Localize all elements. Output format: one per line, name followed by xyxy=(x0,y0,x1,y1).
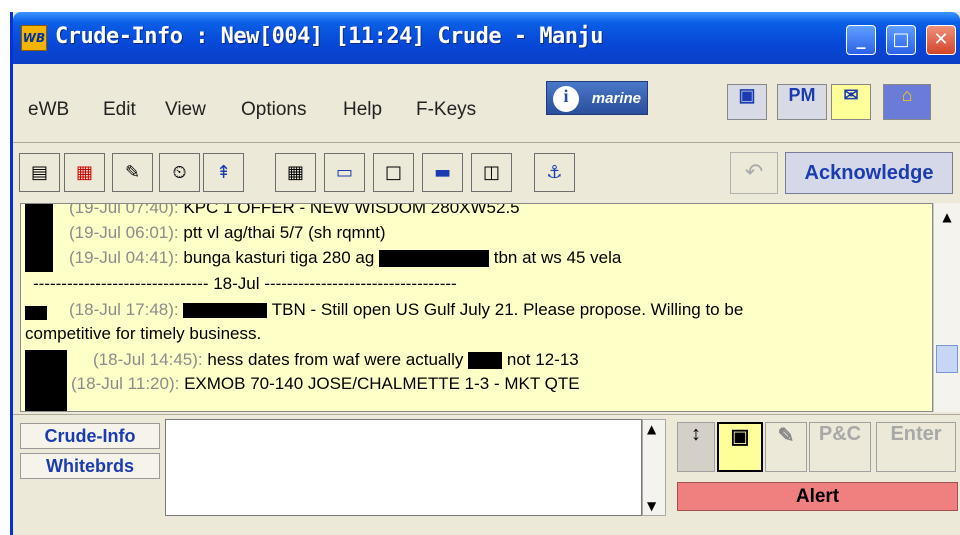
sms-icon[interactable]: ▣ xyxy=(717,422,763,472)
resize-icon[interactable]: ↕ xyxy=(677,422,715,472)
acknowledge-button[interactable]: Acknowledge xyxy=(785,152,953,194)
toolbar: ▤ ▦ ✎ ⏲ ⇞ ▦ ▭ □ ▬ ◫ ⚓ ↶ Acknowledge xyxy=(13,143,960,203)
sort-up-icon[interactable]: ⇞ xyxy=(203,153,244,192)
message-text: not 12-13 xyxy=(506,350,579,369)
message-scrollbar[interactable]: ▲ xyxy=(933,203,960,412)
scroll-up-icon[interactable]: ▲ xyxy=(937,207,957,227)
clock-history-icon[interactable]: ⏲ xyxy=(159,153,200,192)
message-line: (18-Jul 17:48): TBN - Still open US Gulf… xyxy=(69,300,743,320)
redacted-block xyxy=(25,204,53,272)
message-text: ptt vl ag/thai 5/7 (sh rqmnt) xyxy=(183,223,386,242)
date-separator: ------------------------------- 18-Jul -… xyxy=(33,274,457,293)
title-bar[interactable]: WB Crude-Info : New[004] [11:24] Crude -… xyxy=(13,12,960,64)
message-line: (19-Jul 04:41): bunga kasturi tiga 280 a… xyxy=(69,248,621,268)
edit-pencil-icon[interactable]: ✎ xyxy=(112,153,153,192)
window-title: Crude-Info : New[004] [11:24] Crude - Ma… xyxy=(55,24,604,49)
menu-fkeys[interactable]: F-Keys xyxy=(416,99,476,121)
scroll-thumb[interactable] xyxy=(936,345,958,373)
redacted-block xyxy=(25,350,67,411)
layout-grid-icon[interactable]: ▦ xyxy=(275,153,316,192)
scroll-up-icon[interactable]: ▲ xyxy=(647,422,656,436)
menu-help[interactable]: Help xyxy=(343,99,382,121)
message-text: tbn at ws 45 vela xyxy=(493,248,622,267)
logo-text: marine xyxy=(591,90,641,107)
message-timestamp: (18-Jul 17:48): xyxy=(69,300,179,319)
tab-whitebrds[interactable]: Whitebrds xyxy=(20,453,160,479)
message-timestamp: (18-Jul 11:20): xyxy=(71,374,180,393)
message-line: (18-Jul 14:45): hess dates from waf were… xyxy=(93,350,579,370)
home-icon[interactable]: ⌂ xyxy=(883,84,931,120)
layout-top-icon[interactable]: ▭ xyxy=(324,153,365,192)
color-grid-icon[interactable]: ▦ xyxy=(64,153,105,192)
sms-phone-icon[interactable]: ▣ xyxy=(727,84,767,120)
message-text: TBN - Still open US Gulf July 21. Please… xyxy=(271,300,744,319)
message-text: hess dates from waf were actually xyxy=(207,350,464,369)
message-text: EXMOB 70-140 JOSE/CHALMETTE 1-3 - MKT QT… xyxy=(184,374,580,393)
menu-view[interactable]: View xyxy=(165,99,206,121)
message-line: competitive for timely business. xyxy=(25,324,262,343)
message-line: (19-Jul 07:40): KPC 1 OFFER - NEW WISDOM… xyxy=(69,203,520,218)
chat-icon[interactable]: ✉ xyxy=(831,84,871,120)
enter-button[interactable]: Enter xyxy=(876,422,956,472)
menu-edit[interactable]: Edit xyxy=(103,99,136,121)
menu-ewb[interactable]: eWB xyxy=(28,99,69,121)
message-pane[interactable]: (19-Jul 07:40): KPC 1 OFFER - NEW WISDOM… xyxy=(20,203,933,412)
message-timestamp: (19-Jul 07:40): xyxy=(69,203,179,217)
document-icon[interactable]: ▤ xyxy=(19,153,60,192)
redacted-text xyxy=(468,352,503,370)
menu-bar: eWB Edit View Options Help F-Keys i mari… xyxy=(13,64,960,142)
minimize-button[interactable]: _ xyxy=(846,25,876,55)
layout-columns-icon[interactable]: ◫ xyxy=(471,153,512,192)
message-timestamp: (19-Jul 06:01): xyxy=(69,223,179,242)
attachment-icon[interactable]: ✎ xyxy=(765,422,807,472)
message-text: KPC 1 OFFER - NEW WISDOM 280XW52.5 xyxy=(183,203,520,217)
message-timestamp: (19-Jul 04:41): xyxy=(69,248,179,267)
logo-mark: i xyxy=(553,86,579,112)
maximize-button[interactable]: □ xyxy=(886,25,916,55)
undo-icon[interactable]: ↶ xyxy=(730,152,778,194)
tab-crude-info[interactable]: Crude-Info xyxy=(20,423,160,449)
menu-options[interactable]: Options xyxy=(241,99,306,121)
message-input[interactable] xyxy=(165,419,642,516)
message-text: bunga kasturi tiga 280 ag xyxy=(183,248,375,267)
redacted-text xyxy=(183,303,268,319)
redacted-block xyxy=(25,306,47,320)
alert-button[interactable]: Alert xyxy=(677,482,958,511)
app-window: WB Crude-Info : New[004] [11:24] Crude -… xyxy=(10,12,960,535)
message-line: (18-Jul 11:20): EXMOB 70-140 JOSE/CHALME… xyxy=(71,374,580,394)
message-timestamp: (18-Jul 14:45): xyxy=(93,350,203,369)
anchor-icon[interactable]: ⚓ xyxy=(534,153,575,192)
divider xyxy=(13,414,960,415)
app-logo-icon: WB xyxy=(21,25,47,51)
input-scrollbar[interactable]: ▲ ▼ xyxy=(642,419,666,516)
close-button[interactable]: ✕ xyxy=(926,25,956,55)
message-line: (19-Jul 06:01): ptt vl ag/thai 5/7 (sh r… xyxy=(69,223,386,243)
layout-single-icon[interactable]: □ xyxy=(373,153,414,192)
redacted-text xyxy=(379,250,490,268)
pm-button[interactable]: PM xyxy=(777,84,827,120)
imarine-logo: i marine xyxy=(546,81,648,115)
layout-bottom-icon[interactable]: ▬ xyxy=(422,153,463,192)
scroll-down-icon[interactable]: ▼ xyxy=(647,499,656,513)
pc-button[interactable]: P&C xyxy=(809,422,871,472)
